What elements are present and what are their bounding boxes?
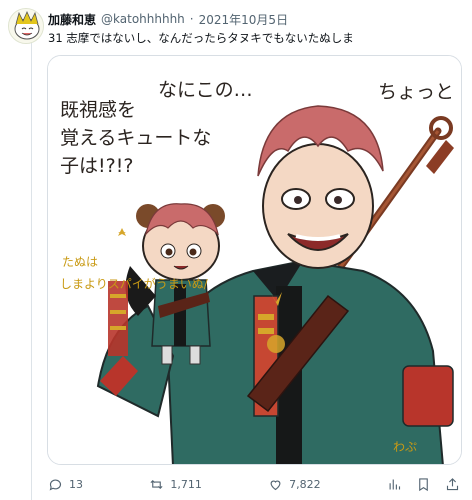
display-name[interactable]: 加藤和恵 bbox=[48, 11, 96, 28]
tweet-actions: 13 1,711 7,822 bbox=[48, 472, 460, 496]
artist-signature: わぷ bbox=[393, 440, 417, 454]
thread-line bbox=[31, 38, 32, 500]
tweet-date[interactable]: 2021年10月5日 bbox=[199, 11, 288, 28]
user-handle[interactable]: @katohhhhhh bbox=[101, 12, 185, 26]
bookmark-button[interactable] bbox=[416, 477, 431, 492]
caption-kishikan: 既視感を bbox=[60, 99, 136, 121]
bookmark-icon bbox=[419, 477, 428, 491]
caption-ko-wa: 子は!?!? bbox=[60, 155, 133, 177]
illustration: ちょっと なにこの… 既視感を 覚えるキュートな 子は!?!? たぬは しまより… bbox=[48, 56, 461, 464]
reply-icon bbox=[49, 479, 62, 491]
like-count: 7,822 bbox=[289, 477, 321, 491]
tweet-image[interactable]: ちょっと なにこの… 既視感を 覚えるキュートな 子は!?!? たぬは しまより… bbox=[47, 55, 462, 465]
caption-tanu-wa: たぬは bbox=[62, 255, 98, 269]
retweet-button[interactable]: 1,711 bbox=[149, 477, 202, 492]
tweet-header: 加藤和恵 @katohhhhhh · 2021年10月5日 bbox=[48, 10, 288, 28]
stats-icon bbox=[389, 479, 401, 489]
like-button[interactable]: 7,822 bbox=[268, 477, 321, 492]
retweet-icon bbox=[150, 479, 163, 489]
reply-count: 13 bbox=[69, 477, 83, 491]
share-button[interactable] bbox=[445, 477, 460, 492]
caption-oboeru: 覚えるキュートな bbox=[60, 127, 211, 149]
tweet-text: 31 志摩ではないし、なんだったらタヌキでもないたぬしま bbox=[48, 31, 354, 45]
reply-button[interactable]: 13 bbox=[48, 477, 83, 492]
caption-chotto: ちょっと bbox=[378, 81, 454, 103]
caption-shima-yori: しまよりスパイがうまいぬ/ bbox=[60, 276, 209, 291]
views-button[interactable] bbox=[387, 477, 402, 492]
retweet-count: 1,711 bbox=[170, 477, 202, 491]
avatar-icon bbox=[9, 9, 43, 43]
like-icon bbox=[270, 480, 281, 490]
caption-nanikono: なにこの… bbox=[158, 79, 253, 101]
avatar[interactable] bbox=[8, 8, 44, 44]
share-icon bbox=[446, 477, 459, 490]
separator: · bbox=[189, 12, 194, 26]
